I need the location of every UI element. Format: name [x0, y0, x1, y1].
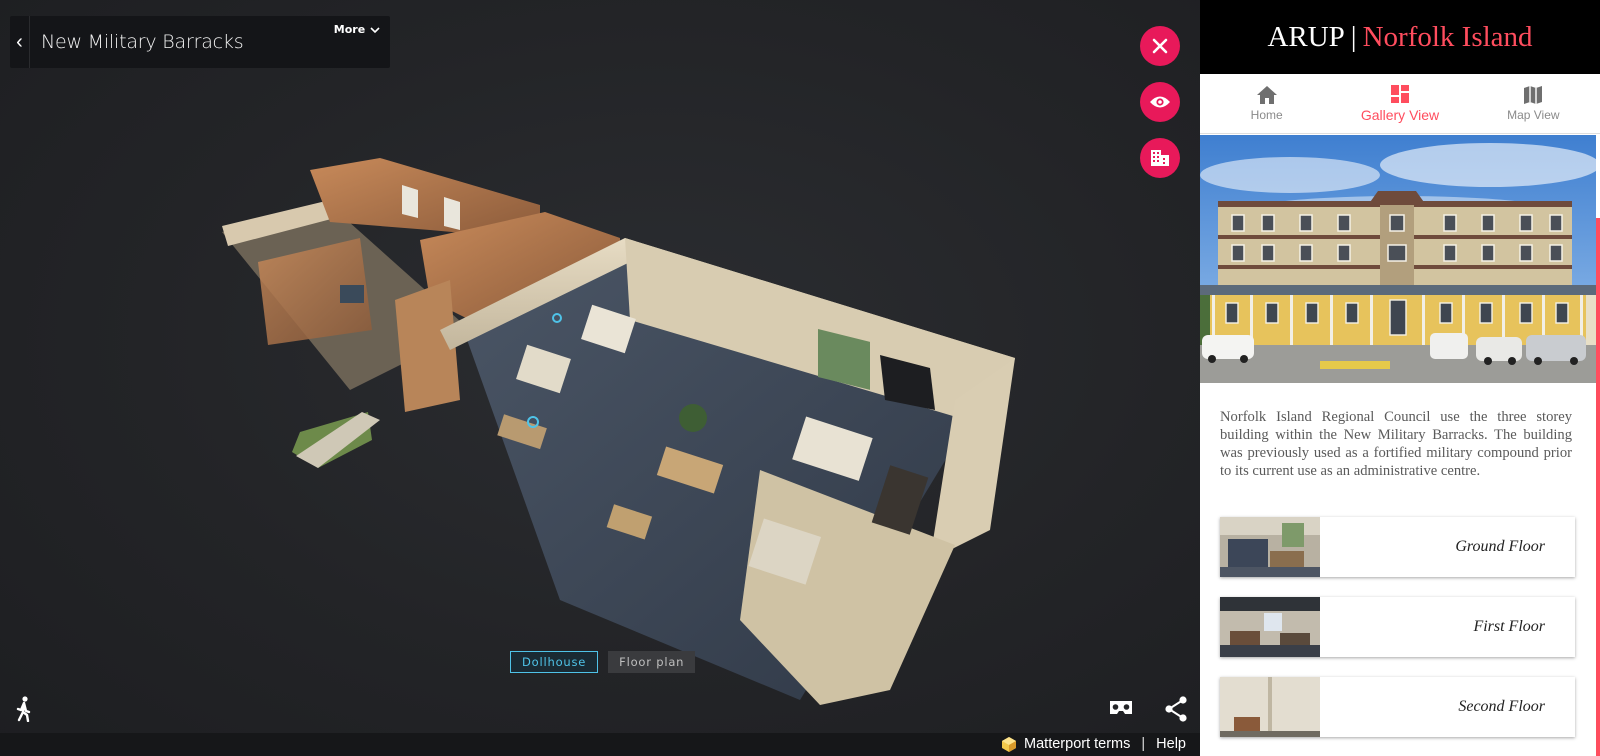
floor-card-ground[interactable]: Ground Floor: [1220, 517, 1575, 577]
matterport-logo-icon: [1002, 736, 1017, 752]
nav-home[interactable]: Home: [1200, 74, 1333, 133]
floorplan-mode-button[interactable]: Floor plan: [608, 651, 696, 673]
panel-nav: Home Gallery View Map View: [1200, 74, 1600, 134]
home-icon: [1256, 86, 1277, 104]
back-wall-window: [444, 197, 460, 230]
nav-home-label: Home: [1250, 108, 1283, 122]
floor-card-first[interactable]: First Floor: [1220, 597, 1575, 657]
eye-icon: [1150, 96, 1170, 108]
share-icon[interactable]: [1164, 696, 1188, 722]
panel-header: ARUP | Norfolk Island: [1200, 0, 1600, 74]
back-wall-window: [402, 185, 418, 218]
chevron-left-icon: ‹: [16, 30, 23, 53]
nav-gallery-view[interactable]: Gallery View: [1333, 74, 1466, 133]
gallery-icon: [1390, 85, 1409, 103]
model-title: New Military Barracks: [41, 31, 244, 53]
plant: [679, 404, 707, 432]
side-panel: ARUP | Norfolk Island Home Gallery View …: [1200, 0, 1600, 756]
chevron-down-icon: [370, 26, 380, 33]
map-icon: [1524, 86, 1543, 104]
more-button[interactable]: More: [334, 23, 380, 36]
footer-links: Matterport terms | Help: [1002, 736, 1186, 752]
building-description: Norfolk Island Regional Council use the …: [1220, 409, 1572, 479]
floor-card-second[interactable]: Second Floor: [1220, 677, 1575, 737]
floor-thumbnail: [1220, 677, 1320, 737]
footer-separator: |: [1141, 736, 1146, 752]
close-button[interactable]: [1140, 26, 1180, 66]
more-label: More: [333, 23, 366, 36]
back-button[interactable]: ‹: [10, 16, 30, 68]
brand-place: Norfolk Island: [1362, 20, 1533, 53]
viewer-footer: Matterport terms | Help: [0, 733, 1200, 756]
vr-headset-icon[interactable]: [1108, 699, 1134, 717]
floor-thumbnail: [1220, 597, 1320, 657]
floor-name: Ground Floor: [1455, 538, 1545, 555]
brand-separator: |: [1350, 20, 1357, 53]
building-photo: [1200, 135, 1596, 383]
nav-map-label: Map View: [1507, 108, 1560, 122]
help-link[interactable]: Help: [1156, 736, 1186, 752]
nav-gallery-label: Gallery View: [1360, 107, 1440, 123]
brand-company: ARUP: [1267, 20, 1345, 53]
walk-icon[interactable]: [14, 696, 34, 722]
floor-name: First Floor: [1473, 618, 1545, 635]
floor-name: Second Floor: [1458, 698, 1545, 715]
view-mode-toggle: Dollhouse Floor plan: [510, 651, 696, 673]
close-icon: [1152, 38, 1168, 54]
matterport-viewer[interactable]: ‹ New Military Barracks More Dollhouse F…: [0, 0, 1200, 756]
inside-view-button[interactable]: [1140, 82, 1180, 122]
nav-map-view[interactable]: Map View: [1467, 74, 1600, 133]
matterport-terms-link[interactable]: Matterport terms: [1024, 736, 1130, 752]
title-bar: ‹ New Military Barracks More: [10, 16, 390, 68]
panel-scrollbar[interactable]: [1596, 218, 1600, 756]
building-icon: [1151, 150, 1169, 166]
wall-picture: [340, 285, 364, 303]
floors-button[interactable]: [1140, 138, 1180, 178]
floor-thumbnail: [1220, 517, 1320, 577]
dollhouse-model[interactable]: [210, 150, 1030, 710]
dollhouse-mode-button[interactable]: Dollhouse: [510, 651, 599, 673]
